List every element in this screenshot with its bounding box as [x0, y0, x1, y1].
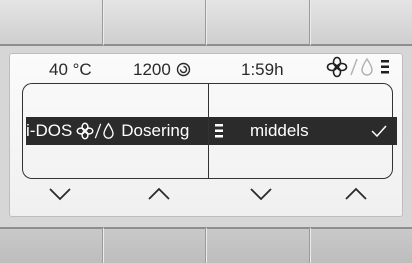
- value-label: middels: [250, 121, 309, 140]
- fan-icon: [76, 122, 94, 140]
- top-key-3[interactable]: [206, 0, 310, 46]
- slash-separator: [94, 122, 102, 140]
- bottom-key-3[interactable]: [206, 227, 310, 263]
- spin-speed-value: 1200: [133, 60, 171, 79]
- top-key-4[interactable]: [309, 0, 412, 46]
- chevron-up-icon[interactable]: [344, 186, 368, 202]
- status-icon-group: [326, 56, 390, 78]
- option-dosing-selected[interactable]: i-DOS Dosering: [26, 117, 208, 145]
- slash-separator: [350, 57, 358, 77]
- fan-icon: [326, 56, 348, 78]
- remaining-time-readout: 1:59h: [241, 60, 284, 79]
- chevron-down-icon[interactable]: [249, 186, 273, 202]
- drop-icon: [360, 57, 374, 77]
- dosing-label: Dosering: [121, 121, 190, 140]
- chevron-down-icon[interactable]: [48, 186, 72, 202]
- bottom-key-row: [0, 227, 412, 263]
- level-icon: [214, 121, 224, 141]
- drop-icon: [102, 122, 115, 140]
- level-icon: [380, 57, 390, 77]
- spin-speed-readout: 1200: [133, 60, 191, 80]
- option-value-selected[interactable]: middels: [209, 117, 397, 145]
- display-screen: 40 °C 1200 1:59h i-DOS Dosering middels: [9, 53, 403, 217]
- top-key-row: [0, 0, 412, 46]
- chevron-up-icon[interactable]: [147, 186, 171, 202]
- bottom-key-2[interactable]: [102, 227, 206, 263]
- top-key-1[interactable]: [0, 0, 103, 46]
- top-key-2[interactable]: [102, 0, 206, 46]
- bottom-key-1[interactable]: [0, 227, 103, 263]
- bottom-key-4[interactable]: [309, 227, 412, 263]
- temperature-readout: 40 °C: [49, 60, 92, 79]
- checkmark-icon: [371, 125, 387, 137]
- spin-icon: [176, 62, 191, 77]
- dosing-prefix-label: i-DOS: [26, 121, 73, 140]
